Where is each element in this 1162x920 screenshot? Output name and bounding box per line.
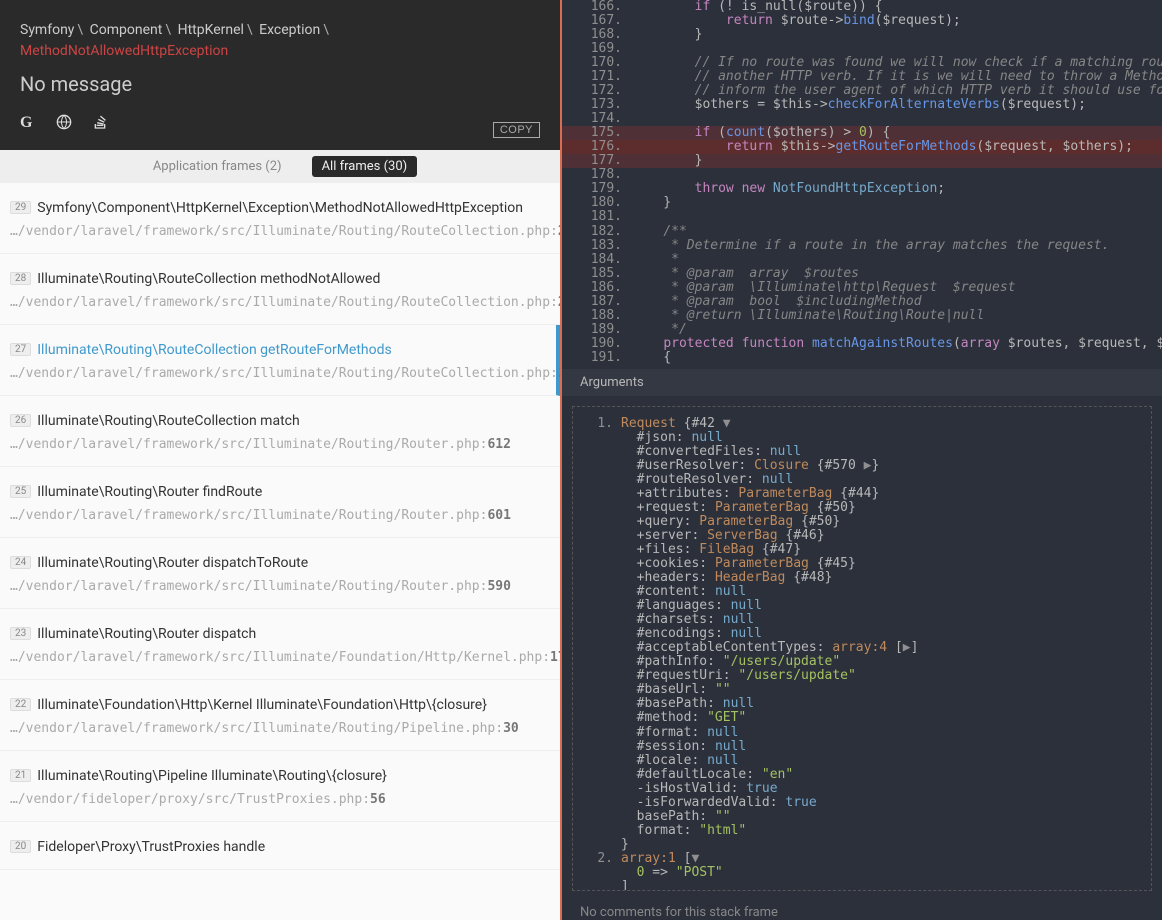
stack-frame[interactable]: 29 Symfony\Component\HttpKernel\Exception… [0, 183, 560, 254]
frame-number: 23 [10, 627, 31, 640]
stack-frame[interactable]: 28 Illuminate\Routing\RouteCollection met… [0, 254, 560, 325]
frame-title: Symfony\Component\HttpKernel\Exception\M… [37, 200, 523, 216]
frame-number: 26 [10, 414, 31, 427]
source-code: 166. if (! is_null($route)) {167. return… [562, 0, 1162, 369]
frame-number: 27 [10, 343, 31, 356]
stack-frame[interactable]: 20 Fideloper\Proxy\TrustProxies handle [0, 822, 560, 870]
frame-number: 25 [10, 485, 31, 498]
tab-application-frames[interactable]: Application frames (2) [143, 156, 292, 177]
frame-title: Illuminate\Routing\RouteCollection match [37, 413, 299, 429]
stackoverflow-icon[interactable] [92, 114, 108, 130]
tab-all-frames[interactable]: All frames (30) [312, 156, 418, 177]
frame-title: Illuminate\Routing\RouteCollection metho… [37, 271, 380, 287]
exception-message: No message [20, 72, 540, 96]
copy-button[interactable]: COPY [493, 122, 540, 138]
frame-number: 22 [10, 698, 31, 711]
right-panel: 166. if (! is_null($route)) {167. return… [560, 0, 1162, 920]
exception-class: MethodNotAllowedHttpException [20, 43, 228, 59]
frame-number: 29 [10, 201, 31, 214]
frame-title: Illuminate\Routing\RouteCollection getRo… [37, 342, 392, 358]
frame-title: Illuminate\Routing\Router findRoute [37, 484, 262, 500]
frame-number: 24 [10, 556, 31, 569]
frame-number: 28 [10, 272, 31, 285]
stack-frame[interactable]: 24 Illuminate\Routing\Router dispatchToRo… [0, 538, 560, 609]
frame-number: 20 [10, 840, 31, 853]
frame-number: 21 [10, 769, 31, 782]
globe-icon[interactable] [56, 114, 72, 130]
arguments-dump[interactable]: 1.Request {#42 ▼ #json: null #convertedF… [572, 406, 1152, 891]
frame-title: Illuminate\Routing\Router dispatchToRout… [37, 555, 308, 571]
frame-title: Illuminate\Routing\Router dispatch [37, 626, 256, 642]
breadcrumb: Symfony\ Component\ HttpKernel\ Exceptio… [20, 20, 540, 62]
stack-frame[interactable]: 22 Illuminate\Foundation\Http\Kernel Illu… [0, 680, 560, 751]
frame-tabs: Application frames (2) All frames (30) [0, 150, 560, 183]
frame-title: Fideloper\Proxy\TrustProxies handle [37, 839, 265, 855]
frame-title: Illuminate\Foundation\Http\Kernel Illumi… [37, 697, 487, 713]
left-panel: Symfony\ Component\ HttpKernel\ Exceptio… [0, 0, 560, 920]
stack-frame[interactable]: 25Illuminate\Routing\Router findRoute…/v… [0, 467, 560, 538]
arguments-header: Arguments [562, 369, 1162, 396]
stack-frame[interactable]: 23Illuminate\Routing\Router dispatch…/ve… [0, 609, 560, 680]
comments-footer: No comments for this stack frame [562, 901, 1162, 920]
google-icon[interactable]: G [20, 114, 36, 130]
stack-frame[interactable]: 27 Illuminate\Routing\RouteCollection get… [0, 325, 560, 396]
frame-title: Illuminate\Routing\Pipeline Illuminate\R… [37, 768, 387, 784]
stack-frame[interactable]: 26 Illuminate\Routing\RouteCollection mat… [0, 396, 560, 467]
exception-header: Symfony\ Component\ HttpKernel\ Exceptio… [0, 0, 560, 150]
frames-list[interactable]: 29 Symfony\Component\HttpKernel\Exception… [0, 183, 560, 920]
stack-frame[interactable]: 21 Illuminate\Routing\Pipeline Illuminate… [0, 751, 560, 822]
